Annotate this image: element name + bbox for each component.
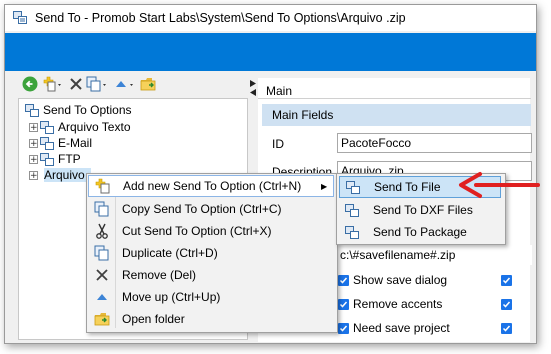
expand-icon[interactable]: + [29, 138, 38, 148]
remove-icon [94, 267, 110, 283]
menu-item-label: Cut Send To Option (Ctrl+X) [122, 224, 272, 238]
filename-field[interactable]: c:\#savefilename#.zip [337, 245, 532, 265]
open-folder-button[interactable] [140, 76, 158, 92]
pane-divider [258, 98, 531, 99]
tree-item-label: FTP [58, 152, 81, 166]
id-field[interactable]: PacoteFocco [337, 133, 532, 153]
check-label: Need save project [353, 321, 450, 335]
submenu-item-label: Send To File [374, 180, 441, 194]
delete-button[interactable] [69, 76, 83, 92]
tree-item-ftp[interactable]: + FTP [29, 151, 81, 167]
app-icon [13, 11, 27, 24]
send-to-package-icon [344, 224, 360, 240]
menu-gutter [115, 176, 116, 328]
menu-item-label: Move up (Ctrl+Up) [122, 290, 221, 304]
need-save-project-check[interactable]: Need save project [338, 321, 450, 335]
checkbox-checked-icon[interactable] [338, 274, 349, 286]
tree-item-arquivo-texto[interactable]: + Arquivo Texto [29, 119, 131, 135]
duplicate-icon [94, 245, 110, 261]
tree-root[interactable]: Send To Options [25, 102, 132, 118]
id-label: ID [272, 137, 284, 151]
expand-icon[interactable]: + [29, 154, 38, 164]
expand-icon[interactable]: + [29, 170, 38, 180]
main-header: Main [266, 84, 293, 98]
red-arrow-annotation-icon [459, 172, 540, 198]
tree-root-label: Send To Options [43, 103, 132, 117]
show-save-dialog-check[interactable]: Show save dialog [338, 273, 447, 287]
send-to-file-icon [345, 179, 361, 195]
tree-item-arquivo-zip[interactable]: + Arquivo .zip [29, 167, 91, 183]
menu-item-label: Open folder [122, 312, 185, 326]
send-to-dxf-icon [344, 202, 360, 218]
main-fields-bar[interactable]: Main Fields [262, 104, 531, 126]
expand-icon[interactable]: + [29, 122, 38, 132]
scissors-icon [94, 223, 110, 239]
option-node-icon [40, 152, 54, 166]
tree-item-label: Arquivo .zip [44, 168, 91, 182]
new-icon [43, 76, 61, 92]
checkbox-checked-icon[interactable] [338, 322, 349, 334]
submenu-arrow-icon: ▶ [321, 181, 328, 191]
check-label: Show save dialog [353, 273, 448, 287]
menu-item-label: Add new Send To Option (Ctrl+N) [123, 179, 302, 193]
back-icon [22, 76, 38, 92]
copy-button[interactable] [86, 76, 110, 92]
folder-icon [94, 311, 110, 327]
menu-item-label: Remove (Del) [122, 268, 197, 282]
main-fields-title: Main Fields [272, 108, 334, 122]
move-up-button[interactable] [114, 76, 138, 92]
submenu-item-label: Send To DXF Files [373, 203, 473, 217]
context-menu: Add new Send To Option (Ctrl+N) ▶ Copy S… [86, 173, 338, 333]
submenu-item-label: Send To Package [373, 225, 467, 239]
checkbox-checked-icon[interactable] [501, 323, 512, 334]
back-button[interactable] [22, 76, 38, 92]
ribbon-bar [5, 33, 536, 71]
checkbox-checked-icon[interactable] [501, 275, 512, 286]
delete-icon [70, 78, 82, 90]
move-up-icon [116, 81, 133, 87]
menu-item-label: Duplicate (Ctrl+D) [122, 246, 218, 260]
tree-item-label: E-Mail [58, 136, 93, 150]
splitter-arrows-icon[interactable] [248, 78, 258, 98]
add-option-icon [95, 178, 111, 194]
open-folder-icon [140, 78, 156, 91]
move-up-icon [94, 289, 110, 305]
check-label: Remove accents [353, 297, 443, 311]
title-bar: Send To - Promob Start Labs\System\Send … [5, 5, 536, 31]
copy-icon [86, 76, 106, 92]
tree-item-email[interactable]: + E-Mail [29, 135, 92, 151]
option-node-icon [40, 136, 54, 150]
window-title: Send To - Promob Start Labs\System\Send … [35, 11, 406, 25]
new-button[interactable] [42, 76, 64, 92]
option-node-icon [40, 120, 54, 134]
checkbox-checked-icon[interactable] [501, 299, 512, 310]
remove-accents-check[interactable]: Remove accents [338, 297, 442, 311]
checkbox-checked-icon[interactable] [338, 298, 349, 310]
tree-root-icon [25, 103, 39, 117]
menu-item-label: Copy Send To Option (Ctrl+C) [122, 202, 282, 216]
menu-add-new-option[interactable]: Add new Send To Option (Ctrl+N) ▶ [88, 175, 334, 197]
copy-icon [94, 201, 110, 217]
tree-item-label: Arquivo Texto [58, 120, 131, 134]
